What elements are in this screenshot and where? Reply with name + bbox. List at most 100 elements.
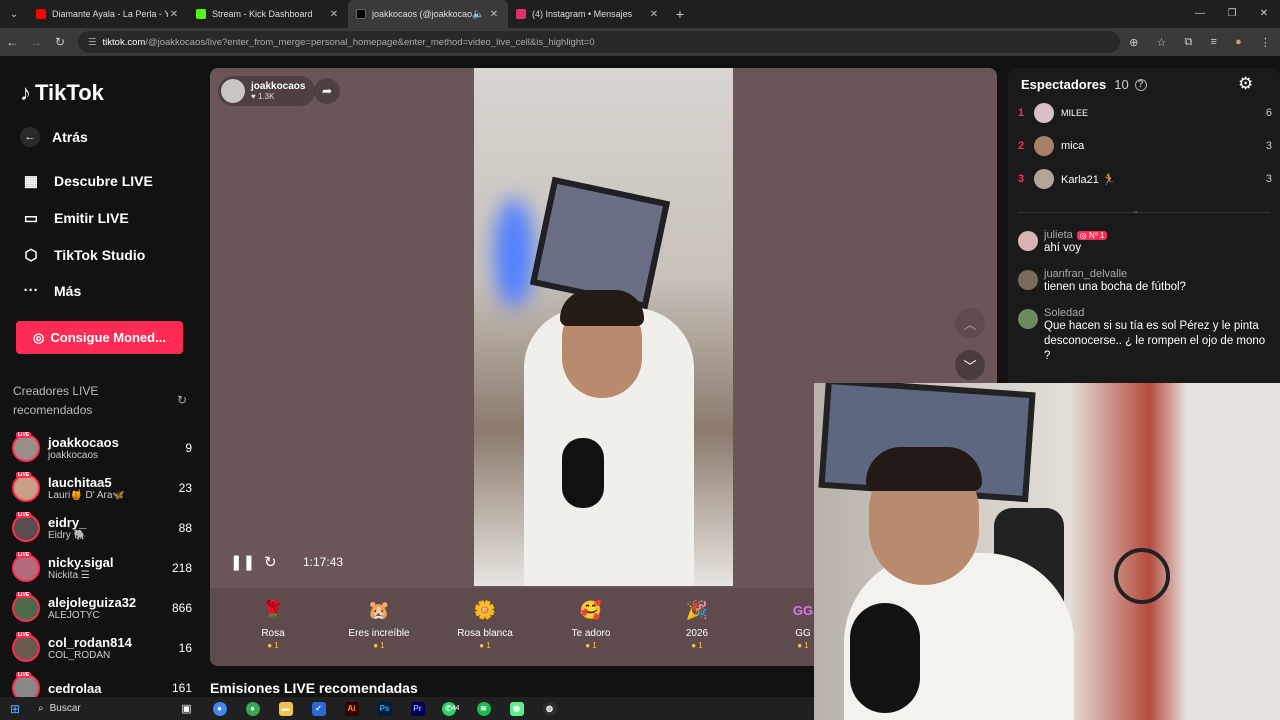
close-icon[interactable]: ✕ [328,9,340,20]
nav-emitir-live[interactable]: ▭ Emitir LIVE [20,209,129,227]
browser-tab-instagram[interactable]: (4) Instagram • Mensajes ✕ [508,0,668,28]
close-icon[interactable]: ✕ [488,9,500,20]
top-viewer[interactable]: 2 mica 3 [1018,133,1272,159]
creator-name: COL_RODAN [48,650,111,661]
maximize-icon[interactable]: ❐ [1216,0,1248,28]
live-badge: LIVE [16,592,32,598]
nav-tiktok-studio[interactable]: ⬡ TikTok Studio [20,246,145,264]
site-info-icon[interactable]: ☰ [88,37,97,48]
nav-mas[interactable]: ··· Más [20,282,82,299]
refresh-stream-icon[interactable]: ↻ [264,553,277,571]
rank-badge: ◎ Nº 1 [1076,230,1108,240]
file-explorer-icon[interactable]: ▬ [269,699,302,718]
zoom-icon[interactable]: ⊕ [1129,36,1138,49]
top-viewer[interactable]: 3 Karla21 🏃 3 [1018,166,1272,192]
bookmark-star-icon[interactable]: ☆ [1156,36,1166,49]
todo-icon[interactable]: ✓ [302,699,335,718]
discord-icon[interactable]: ◉ [500,699,533,718]
streamer-hair [560,290,644,326]
creator-item[interactable]: LIVE lauchitaa5 Lauri🍯 D' Ara🦋 23 [12,468,192,508]
live-timecode: 1:17:43 [303,555,344,569]
gift-price: ● 1 [797,641,809,650]
gift-item[interactable]: 🐹 Eres increíble ● 1 [326,588,432,666]
url-field[interactable]: ☰ tiktok.com/@joakkocaos/live?enter_from… [78,31,1120,53]
gift-price: ● 1 [479,641,491,650]
extensions-icon[interactable]: ⧉ [1184,36,1192,49]
viewer-rank: 3 [1018,173,1025,185]
next-live-button[interactable]: ﹀ [955,350,985,380]
gift-item[interactable]: 🥰 Te adoro ● 1 [538,588,644,666]
gift-name: 2026 [685,628,709,639]
browser-tab-kick[interactable]: Stream - Kick Dashboard ✕ [188,0,348,28]
viewer-score: 3 [1265,140,1272,152]
chat-username[interactable]: Soledad [1044,307,1084,319]
close-icon[interactable]: ✕ [648,9,660,20]
avatar [1018,270,1038,290]
back-arrow-icon: ← [20,127,40,147]
task-view-icon[interactable]: ▣ [170,699,203,718]
share-icon[interactable]: ➦ [314,78,340,104]
streamer-hair [866,447,982,491]
browser-tab-youtube[interactable]: Diamante Ayala - La Perla - You ✕ [28,0,188,28]
viewers-chat-panel: Espectadores 10 ? ⚙ 1 MILEE 6 2 mica 3 3… [1008,68,1280,398]
menu-kebab-icon[interactable]: ⋮ [1260,36,1271,49]
avatar [1034,103,1054,123]
forward-arrow-icon[interactable]: → [24,35,48,49]
illustrator-icon[interactable]: Ai [335,699,368,718]
pause-icon[interactable]: ❚❚ [230,553,255,571]
help-icon[interactable]: ? [1134,78,1147,91]
logo-text: TikTok [35,80,104,105]
tiktok-logo[interactable]: ♪ TikTok [20,80,104,106]
creator-item[interactable]: LIVE eidry_ Eidry 🐘 88 [12,508,192,548]
premiere-icon[interactable]: Pr [401,699,434,718]
viewer-count: 16 [178,641,192,655]
live-badge: LIVE [16,672,32,678]
top-viewer[interactable]: 1 MILEE 6 [1018,100,1272,126]
windows-start-icon[interactable]: ⊞ [0,702,30,716]
photoshop-icon[interactable]: Ps [368,699,401,718]
streamer-info[interactable]: joakkocaos ♥ 1.3K [218,76,316,106]
creator-item[interactable]: LIVE col_rodan814 COL_RODAN 16 [12,628,192,668]
viewers-count: 10 [1114,77,1129,92]
creator-item[interactable]: LIVE cedrolaa 161 [12,668,192,697]
chat-message: juanfran_delvalle tienen una bocha de fú… [1018,268,1268,295]
creator-item[interactable]: LIVE nicky.sigal Nickita ☰ 218 [12,548,192,588]
chat-username[interactable]: julieta [1044,229,1073,241]
profile-avatar[interactable]: ● [1235,36,1242,49]
reload-icon[interactable]: ↻ [48,35,72,49]
browser-tab-tiktok[interactable]: joakkocaos (@joakkocaos) 🔈 ✕ [348,0,508,28]
chrome-profile-icon[interactable]: ● [236,699,269,718]
back-button[interactable]: ← Atrás [20,127,88,147]
close-icon[interactable]: ✕ [168,9,180,20]
creator-handle: eidry_ [48,515,87,530]
price-value: 1 [274,641,279,650]
close-window-icon[interactable]: ✕ [1248,0,1280,28]
minimize-icon[interactable]: — [1184,0,1216,28]
chat-username[interactable]: juanfran_delvalle [1044,268,1127,280]
speaker-icon[interactable]: 🔈 [472,9,484,20]
creator-item[interactable]: LIVE alejoleguiza32 ALEJOTYC 866 [12,588,192,628]
get-coins-button[interactable]: ◎ Consigue Moned... [16,321,183,354]
nav-descubre-live[interactable]: ▦ Descubre LIVE [20,172,153,190]
obs-icon[interactable]: ◍ [533,699,566,718]
previous-live-button[interactable]: ︿ [955,308,985,338]
gift-item[interactable]: 🌹 Rosa ● 1 [220,588,326,666]
gear-icon[interactable]: ⚙ [1238,74,1253,94]
expand-viewers-icon[interactable]: ⌄ [1132,205,1140,216]
gift-item[interactable]: 🎉 2026 ● 1 [644,588,750,666]
whatsapp-icon[interactable]: ✆ 44 [434,699,467,718]
media-icon[interactable]: ≡ [1211,36,1217,49]
chat-message: Soledad Que hacen si su tía es sol Pérez… [1018,307,1268,364]
live-video[interactable] [474,68,733,586]
back-arrow-icon[interactable]: ← [0,35,24,49]
spotify-icon[interactable]: ≋ [467,699,500,718]
gift-item[interactable]: 🌼 Rosa blanca ● 1 [432,588,538,666]
viewer-rank: 1 [1018,107,1025,119]
kick-icon [196,9,206,19]
creator-item[interactable]: LIVE joakkocaos joakkocaos 9 [12,428,192,468]
new-tab-button[interactable]: + [668,6,692,22]
refresh-icon[interactable]: ↻ [177,393,187,407]
tab-search-button[interactable]: ⌄ [0,0,28,28]
chrome-icon[interactable]: ● [203,699,236,718]
taskbar-search[interactable]: ⌕ Buscar [30,699,170,718]
